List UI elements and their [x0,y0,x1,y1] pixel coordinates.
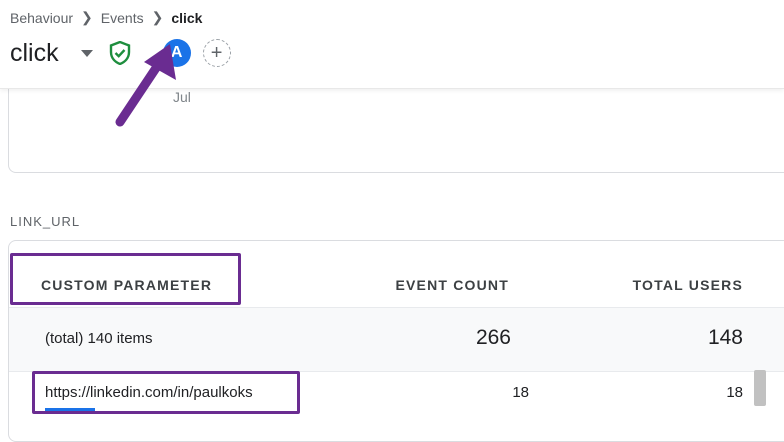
row-total-users: 18 [726,384,743,401]
annotation-arrow-icon [115,44,176,127]
breadcrumb: Behaviour ❯ Events ❯ click [10,9,202,26]
total-event-count: 266 [475,326,511,349]
column-header-total-users[interactable]: TOTAL USERS [633,277,743,293]
row-value-bar [45,408,95,412]
total-users: 148 [707,326,743,349]
chevron-down-icon[interactable] [80,49,93,57]
scrollbar[interactable] [754,370,766,406]
breadcrumb-separator-icon: ❯ [81,9,93,25]
plus-circle-icon[interactable]: + [202,39,231,67]
row-event-count: 18 [512,384,529,401]
breadcrumb-item-behaviour[interactable]: Behaviour [10,10,73,26]
total-row-label: (total) 140 items [45,330,153,347]
breadcrumb-item-events[interactable]: Events [101,10,144,26]
column-header-custom-parameter[interactable]: CUSTOM PARAMETER [41,277,212,293]
table-row[interactable]: https://linkedin.com/in/paulkoks 18 18 [9,371,784,414]
breadcrumb-item-current: click [171,9,203,26]
section-label: LINK_URL [10,214,81,229]
breadcrumb-separator-icon: ❯ [151,9,164,25]
data-table: CUSTOM PARAMETER EVENT COUNT TOTAL USERS… [8,240,784,442]
column-header-event-count[interactable]: EVENT COUNT [395,277,509,293]
row-parameter-value[interactable]: https://linkedin.com/in/paulkoks [45,384,253,401]
table-total-row: (total) 140 items 266 148 [9,307,784,372]
page-title: click [10,39,59,67]
